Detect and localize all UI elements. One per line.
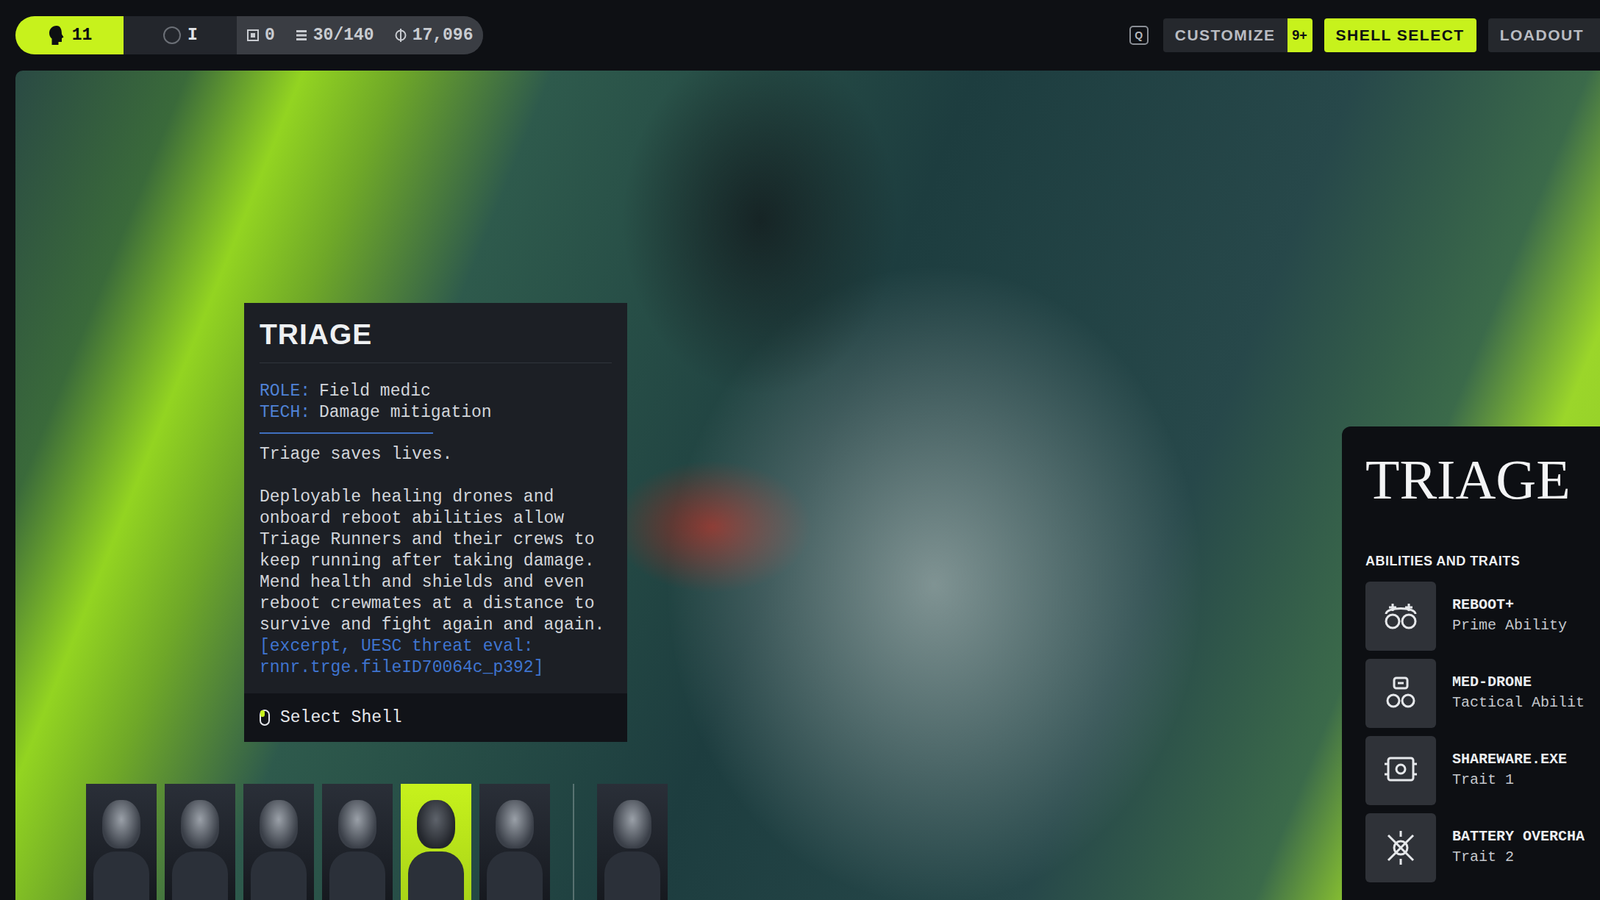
ability-type: Trait 1 xyxy=(1452,769,1567,792)
ability-name: MED-DRONE xyxy=(1452,672,1585,692)
stat-pill: 17,096 xyxy=(384,16,484,55)
ability-type: Prime Ability xyxy=(1452,614,1567,637)
tab[interactable]: LOADOUT xyxy=(1488,18,1600,53)
shell-thumbnail[interactable] xyxy=(597,783,668,900)
tab[interactable]: CUSTOMIZE xyxy=(1163,18,1288,53)
profile-icon xyxy=(47,25,67,46)
ability-type: Trait 2 xyxy=(1452,846,1585,869)
ability-row[interactable]: REBOOT+Prime Ability xyxy=(1365,581,1600,651)
portrait-body xyxy=(93,851,150,900)
battery-icon xyxy=(1365,813,1437,883)
tab-bar: Q CUSTOMIZE9+ SHELL SELECT LOADOUT xyxy=(1129,18,1600,53)
stat-value: 0 xyxy=(264,22,275,49)
abilities-heading: ABILITIES AND TRAITS xyxy=(1365,551,1600,572)
stat-value: 11 xyxy=(72,22,93,49)
portrait-head xyxy=(259,800,298,849)
select-shell-label[interactable]: Select Shell xyxy=(280,705,403,731)
field-value: Field medic xyxy=(319,381,431,401)
shell-thumbnail[interactable] xyxy=(86,783,157,900)
panel-title: TRIAGE xyxy=(1365,451,1600,508)
stats-group: 11 I 0 30/140 17,096 xyxy=(15,16,484,55)
info-field: TECH: Damage mitigation xyxy=(259,402,612,424)
portrait-head xyxy=(180,800,220,849)
shell-info-card: TRIAGE ROLE: Field medic TECH: Damage mitiga… xyxy=(244,302,628,742)
stat-pill: I xyxy=(123,16,237,55)
drone-icon xyxy=(1365,658,1437,728)
rank-circle-icon xyxy=(162,25,182,45)
portrait-head xyxy=(613,800,652,849)
portrait-body xyxy=(408,851,464,900)
shell-showcase: TRIAGE ROLE: Field medic TECH: Damage mitiga… xyxy=(15,70,1600,900)
portrait-body xyxy=(250,851,307,900)
portrait-body xyxy=(486,851,543,900)
ability-row[interactable]: BATTERY OVERCHATrait 2 xyxy=(1365,813,1600,883)
shell-strip xyxy=(15,783,1342,900)
abilities-panel: TRIAGE ABILITIES AND TRAITS REBOOT+Prime A… xyxy=(1341,426,1600,900)
ability-name: SHAREWARE.EXE xyxy=(1452,750,1567,770)
ability-type: Tactical Abilit xyxy=(1452,691,1585,714)
shell-thumbnail[interactable] xyxy=(400,783,472,900)
box-icon xyxy=(247,29,259,42)
ability-name: REBOOT+ xyxy=(1452,595,1567,615)
portrait-head xyxy=(338,800,377,849)
shell-excerpt: [excerpt, UESC threat eval: rnnr.trge.fi… xyxy=(259,636,612,679)
field-value: Damage mitigation xyxy=(319,402,492,423)
ability-text: REBOOT+Prime Ability xyxy=(1452,595,1567,637)
stat-value: 17,096 xyxy=(412,22,474,49)
credits-icon xyxy=(394,28,407,42)
ability-text: BATTERY OVERCHATrait 2 xyxy=(1452,827,1585,869)
notification-badge: 9+ xyxy=(1287,18,1313,53)
key-hint: Q xyxy=(1129,25,1149,45)
ability-name: BATTERY OVERCHA xyxy=(1452,827,1585,847)
mouse-icon xyxy=(259,709,270,726)
strip-divider xyxy=(572,783,575,900)
field-label: TECH: xyxy=(259,402,311,423)
ability-text: MED-DRONETactical Abilit xyxy=(1452,672,1585,714)
portrait-head xyxy=(495,800,534,849)
stat-value: I xyxy=(187,22,198,49)
stat-value: 30/140 xyxy=(313,22,375,49)
tab-wrap: LOADOUT xyxy=(1488,18,1600,53)
shell-thumbnail[interactable] xyxy=(322,783,393,900)
stat-pill: 0 xyxy=(236,16,286,55)
select-shell-button[interactable]: Select Shell xyxy=(244,693,628,743)
field-label: ROLE: xyxy=(259,381,311,401)
shell-thumbnail[interactable] xyxy=(164,783,236,900)
shell-thumbnail[interactable] xyxy=(479,783,550,900)
shell-title: TRIAGE xyxy=(259,302,612,364)
tab[interactable]: SHELL SELECT xyxy=(1324,18,1477,53)
ability-text: SHAREWARE.EXETrait 1 xyxy=(1452,750,1567,792)
ability-row[interactable]: MED-DRONETactical Abilit xyxy=(1365,658,1600,728)
stat-pill: 30/140 xyxy=(285,16,385,55)
portrait-head xyxy=(416,800,456,849)
top-bar: 11 I 0 30/140 17,096 Q CUSTOMIZE9+ SHELL SELECT… xyxy=(0,0,1600,71)
info-field: ROLE: Field medic xyxy=(259,380,612,403)
left-column: TRIAGE ROLE: Field medic TECH: Damage mitiga… xyxy=(15,70,1342,900)
stat-pill: 11 xyxy=(15,16,124,55)
portrait-body xyxy=(172,851,228,900)
tab-wrap: CUSTOMIZE9+ xyxy=(1163,18,1313,53)
shell-description: Deployable healing drones and onboard re… xyxy=(259,486,612,637)
reboot-icon xyxy=(1365,581,1437,651)
shell-thumbnail[interactable] xyxy=(243,783,314,900)
shell-tagline: Triage saves lives. xyxy=(259,444,612,466)
divider-line xyxy=(259,432,434,434)
shell-info-body: ROLE: Field medic TECH: Damage mitigation Tr… xyxy=(244,363,628,694)
ability-row[interactable]: SHAREWARE.EXETrait 1 xyxy=(1365,736,1600,806)
tab-wrap: SHELL SELECT xyxy=(1324,18,1477,53)
portrait-body xyxy=(329,851,386,900)
portrait-head xyxy=(102,800,141,849)
portrait-body xyxy=(604,851,661,900)
shareware-icon xyxy=(1365,736,1437,806)
storage-icon xyxy=(295,29,308,42)
